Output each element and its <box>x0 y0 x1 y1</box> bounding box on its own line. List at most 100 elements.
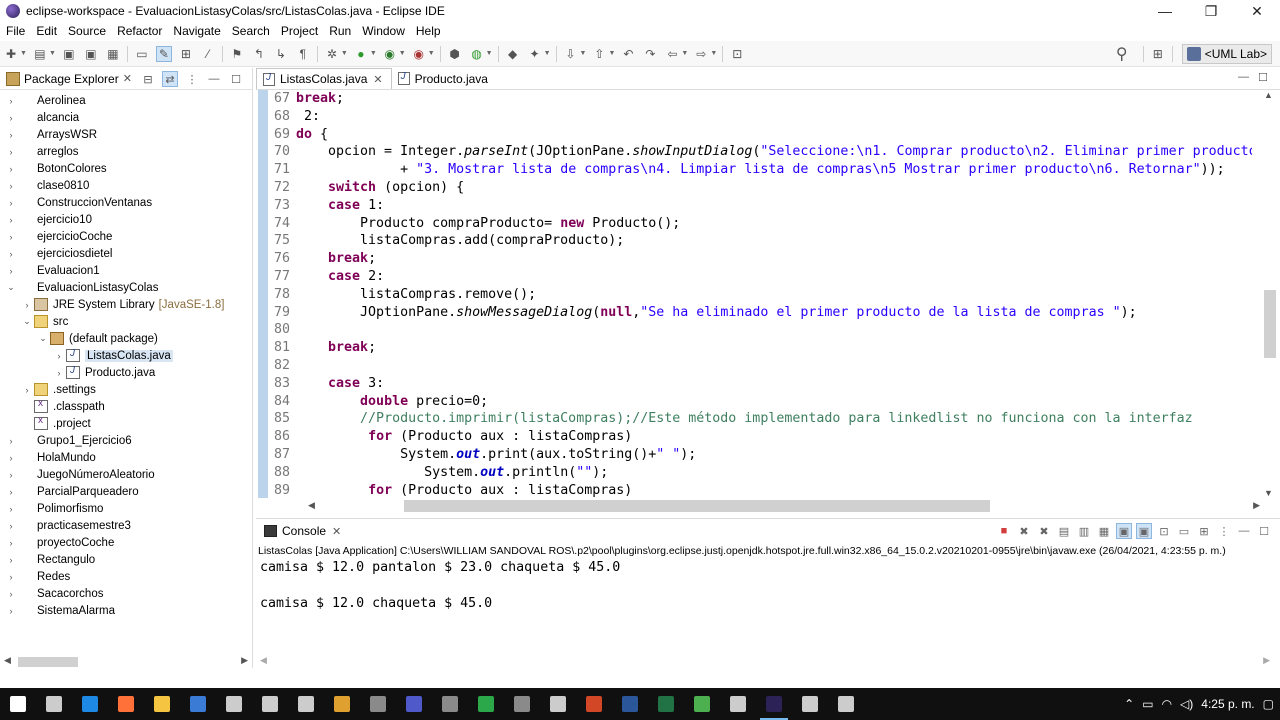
scroll-left-icon[interactable]: ◀ <box>4 655 11 666</box>
chevron-right-icon[interactable]: › <box>6 504 16 514</box>
debug-icon[interactable]: ✲ <box>324 46 340 62</box>
chevron-right-icon[interactable]: › <box>6 198 16 208</box>
search-icon[interactable]: ⚲ <box>1114 46 1130 63</box>
open-dropdown-icon[interactable]: ▼ <box>49 50 56 57</box>
menu-help[interactable]: Help <box>410 24 446 38</box>
chevron-right-icon[interactable]: › <box>6 181 16 191</box>
code-line[interactable]: 75 listaCompras.add(compraProducto); <box>268 232 1252 250</box>
scroll-right-icon[interactable]: ▶ <box>241 655 248 666</box>
chevron-right-icon[interactable]: › <box>6 436 16 446</box>
tree-item[interactable]: › Evaluacion1 <box>0 262 252 279</box>
show-on-stdout-icon[interactable]: ▣ <box>1116 523 1132 539</box>
app-generic-4-icon[interactable] <box>360 688 396 720</box>
tree-item[interactable]: › .settings <box>0 381 252 398</box>
chevron-right-icon[interactable]: › <box>54 351 64 361</box>
code-line[interactable]: 79 JOptionPane.showMessageDialog(null,"S… <box>268 304 1252 322</box>
chevron-right-icon[interactable]: › <box>6 470 16 480</box>
code-line[interactable]: 84 double precio=0; <box>268 393 1252 411</box>
code-line[interactable]: 76 break; <box>268 250 1252 268</box>
code-line[interactable]: 86 for (Producto aux : listaCompras) <box>268 428 1252 446</box>
tree-item[interactable]: › ejerciciosdietel <box>0 245 252 262</box>
debug-dropdown-icon[interactable]: ▼ <box>341 50 348 57</box>
scroll-left-icon[interactable]: ◀ <box>260 655 267 666</box>
code-line[interactable]: 85 //Producto.imprimir(listaCompras);//E… <box>268 410 1252 428</box>
chevron-right-icon[interactable]: › <box>6 555 16 565</box>
app-generic-1-icon[interactable] <box>252 688 288 720</box>
tree-item[interactable]: › JRE System Library [JavaSE-1.8] <box>0 296 252 313</box>
app-generic-3-icon[interactable] <box>324 688 360 720</box>
chevron-right-icon[interactable]: › <box>54 368 64 378</box>
tree-item[interactable]: › Sacacorchos <box>0 585 252 602</box>
edge-icon[interactable] <box>72 688 108 720</box>
tree-item[interactable]: › ConstruccionVentanas <box>0 194 252 211</box>
collapse-all-icon[interactable]: ⊟ <box>140 71 156 87</box>
tree-item[interactable]: › ejercicioCoche <box>0 228 252 245</box>
terminate-icon[interactable]: ■ <box>996 523 1012 539</box>
back-icon[interactable]: ⇦ <box>664 46 680 62</box>
open-perspective-icon[interactable]: ⊞ <box>1150 46 1166 62</box>
scroll-right-icon[interactable]: ▶ <box>1253 500 1260 511</box>
app-generic-7-icon[interactable] <box>504 688 540 720</box>
chevron-right-icon[interactable]: › <box>6 249 16 259</box>
menu-edit[interactable]: Edit <box>30 24 62 38</box>
close-icon[interactable]: ✕ <box>332 525 341 538</box>
maximize-view-icon[interactable]: ☐ <box>1258 71 1272 85</box>
maximize-view-icon[interactable]: ☐ <box>228 71 244 87</box>
tree-item[interactable]: › ListasColas.java <box>0 347 252 364</box>
coverage-icon[interactable]: ◉ <box>382 46 398 62</box>
show-on-stderr-icon[interactable]: ▣ <box>1136 523 1152 539</box>
windows-start-icon[interactable] <box>0 688 36 720</box>
block-selection-icon[interactable]: ⊞ <box>178 46 194 62</box>
tree-item[interactable]: › ArraysWSR <box>0 126 252 143</box>
scrollbar-thumb[interactable] <box>404 500 990 512</box>
uml-lab-perspective-button[interactable]: <UML Lab> <box>1181 44 1272 64</box>
search-tool-icon[interactable]: ✦ <box>527 46 543 62</box>
tree-item[interactable]: › practicasemestre3 <box>0 517 252 534</box>
menu-run[interactable]: Run <box>323 24 356 38</box>
chevron-right-icon[interactable]: › <box>6 453 16 463</box>
app-generic-5-icon[interactable] <box>432 688 468 720</box>
tree-item[interactable]: › Redes <box>0 568 252 585</box>
close-icon[interactable]: ✕ <box>373 73 382 86</box>
chevron-right-icon[interactable]: › <box>22 385 32 395</box>
chevron-right-icon[interactable]: › <box>6 232 16 242</box>
chevron-right-icon[interactable]: › <box>6 147 16 157</box>
scrollbar-thumb[interactable] <box>1264 290 1276 358</box>
view-menu-icon[interactable]: ⋮ <box>1216 523 1232 539</box>
chevron-right-icon[interactable]: › <box>6 130 16 140</box>
word-wrap-icon[interactable]: ▦ <box>1096 523 1112 539</box>
scroll-down-icon[interactable]: ▼ <box>1264 488 1273 498</box>
code-line[interactable]: 68 2: <box>268 108 1252 126</box>
new-java-project-icon[interactable]: ⬢ <box>447 46 463 62</box>
code-line[interactable]: 80 <box>268 321 1252 339</box>
next-annotation-icon[interactable]: ↳ <box>273 46 289 62</box>
minimize-view-icon[interactable]: — <box>1238 71 1252 85</box>
show-hidden-icons-icon[interactable]: ⌃ <box>1124 697 1134 711</box>
powerpoint-icon[interactable] <box>576 688 612 720</box>
chevron-right-icon[interactable]: › <box>6 521 16 531</box>
chevron-right-icon[interactable]: › <box>6 572 16 582</box>
package-explorer-hscroll[interactable]: ◀ ▶ <box>0 652 252 668</box>
prev-annotation-icon[interactable]: ↰ <box>251 46 267 62</box>
code-line[interactable]: 88 System.out.println(""); <box>268 464 1252 482</box>
pilcrow-icon[interactable]: ¶ <box>295 46 311 62</box>
run-icon[interactable]: ● <box>353 46 369 62</box>
volume-icon[interactable]: ◁) <box>1180 697 1193 711</box>
forward-icon[interactable]: ⇨ <box>693 46 709 62</box>
code-line[interactable]: 89 for (Producto aux : listaCompras) <box>268 482 1252 498</box>
code-line[interactable]: 70 opcion = Integer.parseInt(JOptionPane… <box>268 143 1252 161</box>
minimize-view-icon[interactable]: — <box>206 71 222 87</box>
menu-project[interactable]: Project <box>275 24 323 38</box>
print-icon[interactable]: ▦ <box>105 46 121 62</box>
tree-item[interactable]: › Producto.java <box>0 364 252 381</box>
last-edit-icon[interactable]: ↶ <box>620 46 636 62</box>
code-line[interactable]: 67 break; <box>268 90 1252 108</box>
tree-item[interactable]: › JuegoNúmeroAleatorio <box>0 466 252 483</box>
wifi-icon[interactable]: ◠ <box>1162 697 1172 711</box>
new-icon[interactable]: ✚ <box>3 46 19 62</box>
pin-console-icon[interactable]: ⊡ <box>1156 523 1172 539</box>
word-wrap-icon[interactable]: ⁄ <box>200 46 216 62</box>
terminal-icon[interactable]: ▭ <box>134 46 150 62</box>
open-console-icon[interactable]: ⊞ <box>1196 523 1212 539</box>
menu-navigate[interactable]: Navigate <box>167 24 225 38</box>
